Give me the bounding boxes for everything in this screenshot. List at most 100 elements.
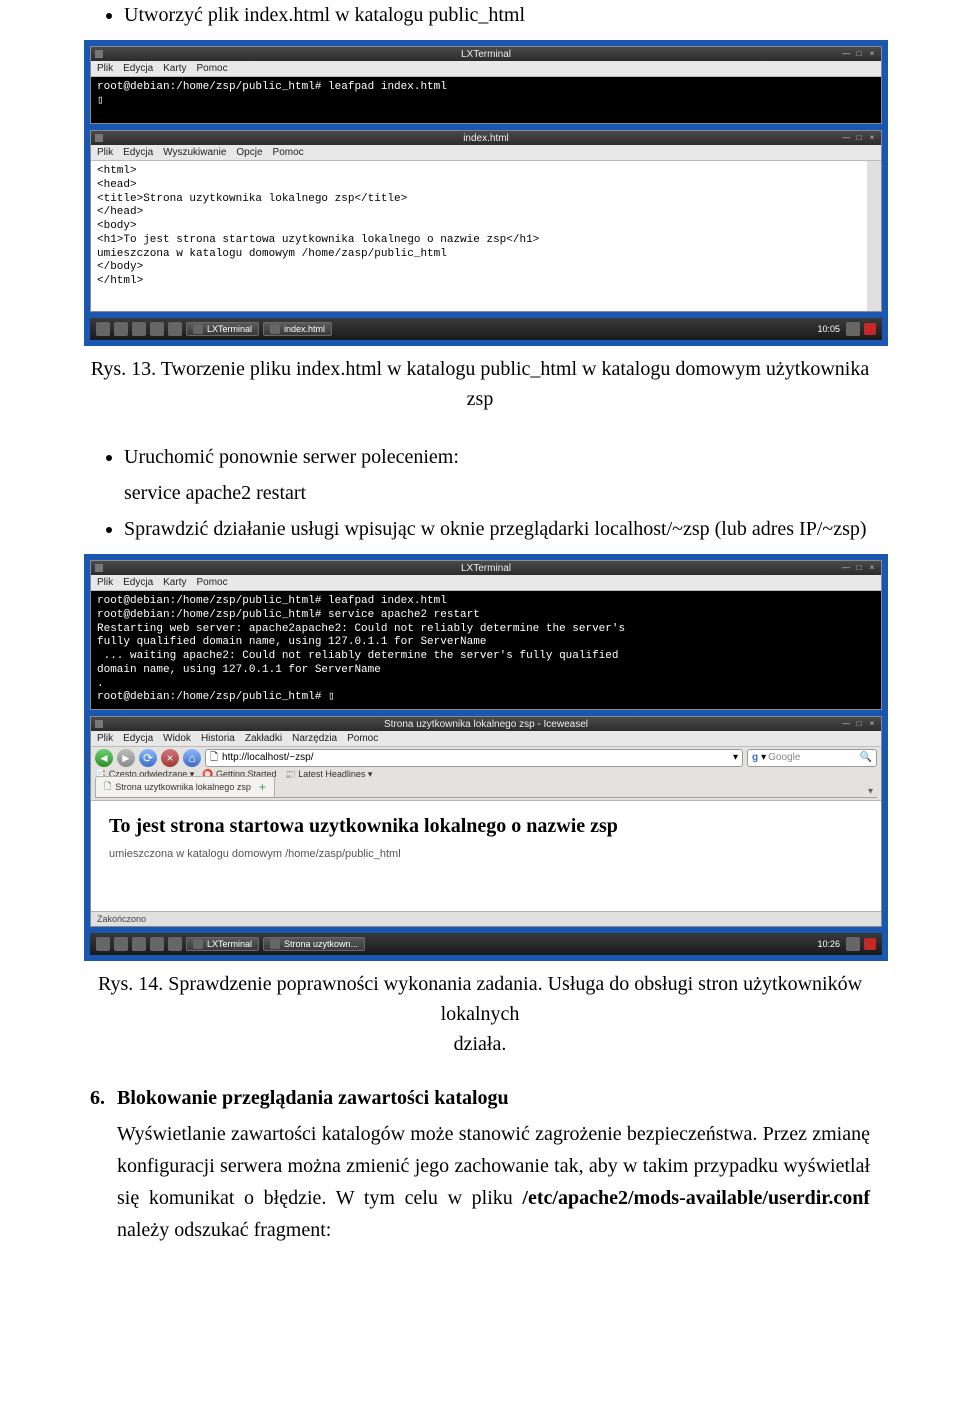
taskbar-button[interactable]: index.html bbox=[263, 322, 332, 336]
browser-tab[interactable]: 🗋Strona uzytkownika lokalnego zsp + bbox=[95, 776, 275, 797]
stop-button[interactable]: × bbox=[161, 749, 179, 767]
lxterminal-window: LXTerminal — □ × Plik Edycja Karty Pomoc… bbox=[90, 560, 882, 710]
menu-item[interactable]: Widok bbox=[163, 733, 191, 744]
bullet-create-file: Utworzyć plik index.html w katalogu publ… bbox=[124, 0, 870, 30]
browser-menubar: Plik Edycja Widok Historia Zakładki Narz… bbox=[91, 731, 881, 747]
menu-item[interactable]: Plik bbox=[97, 147, 113, 158]
close-icon[interactable]: × bbox=[867, 49, 877, 59]
page-heading: To jest strona startowa uzytkownika loka… bbox=[109, 815, 863, 838]
maximize-icon[interactable]: □ bbox=[854, 719, 864, 729]
close-icon[interactable]: × bbox=[867, 563, 877, 573]
workspace-icon[interactable] bbox=[168, 937, 182, 951]
menu-item[interactable]: Pomoc bbox=[273, 147, 304, 158]
menu-item[interactable]: Pomoc bbox=[347, 733, 378, 744]
window-titlebar: LXTerminal — □ × bbox=[91, 561, 881, 575]
figure-caption-13: Rys. 13. Tworzenie pliku index.html w ka… bbox=[90, 354, 870, 414]
window-icon bbox=[95, 50, 103, 58]
window-title: LXTerminal bbox=[461, 49, 511, 60]
reload-button[interactable]: ⟳ bbox=[139, 749, 157, 767]
terminal-menubar: Plik Edycja Karty Pomoc bbox=[91, 61, 881, 77]
start-menu-icon[interactable] bbox=[96, 937, 110, 951]
home-button[interactable]: ⌂ bbox=[183, 749, 201, 767]
taskbar: LXTerminal Strona uzytkown... 10:26 bbox=[90, 933, 882, 955]
minimize-icon[interactable]: — bbox=[841, 719, 851, 729]
menu-item[interactable]: Plik bbox=[97, 577, 113, 588]
bullet-check: Sprawdzić działanie usługi wpisując w ok… bbox=[124, 514, 870, 544]
close-icon[interactable]: × bbox=[867, 719, 877, 729]
tab-list-button[interactable]: ▾ bbox=[868, 786, 873, 797]
menu-item[interactable]: Edycja bbox=[123, 733, 153, 744]
menu-item[interactable]: Wyszukiwanie bbox=[163, 147, 226, 158]
minimize-icon[interactable]: — bbox=[841, 49, 851, 59]
search-bar[interactable]: g▾ Google 🔍 bbox=[747, 749, 877, 767]
tray-icon[interactable] bbox=[846, 937, 860, 951]
leafpad-window: index.html — □ × Plik Edycja Wyszukiwani… bbox=[90, 130, 882, 312]
taskbar-button[interactable]: LXTerminal bbox=[186, 322, 259, 336]
maximize-icon[interactable]: □ bbox=[854, 49, 864, 59]
menu-item[interactable]: Plik bbox=[97, 733, 113, 744]
menu-item[interactable]: Edycja bbox=[123, 63, 153, 74]
bookmark-item[interactable]: 📰 Latest Headlines ▾ bbox=[285, 769, 373, 780]
menu-item[interactable]: Pomoc bbox=[196, 63, 227, 74]
status-bar: Zakończono bbox=[91, 911, 881, 926]
menu-item[interactable]: Opcje bbox=[236, 147, 262, 158]
bullet-restart: Uruchomić ponownie serwer poleceniem: se… bbox=[124, 442, 870, 508]
page-content: To jest strona startowa uzytkownika loka… bbox=[91, 801, 881, 911]
menu-item[interactable]: Plik bbox=[97, 63, 113, 74]
browser-toolbar: ◄ ► ⟳ × ⌂ 🗋 http://localhost/~zsp/ ▾ g▾ … bbox=[91, 747, 881, 801]
menu-item[interactable]: Edycja bbox=[123, 577, 153, 588]
window-title: index.html bbox=[463, 133, 509, 144]
taskbar-button[interactable]: LXTerminal bbox=[186, 937, 259, 951]
screenshot-1: LXTerminal — □ × Plik Edycja Karty Pomoc… bbox=[84, 40, 888, 346]
search-icon[interactable]: 🔍 bbox=[860, 749, 872, 767]
dropdown-icon[interactable]: ▾ bbox=[733, 749, 738, 767]
section-title: Blokowanie przeglądania zawartości katal… bbox=[117, 1087, 870, 1110]
logout-icon[interactable] bbox=[864, 938, 876, 950]
menu-item[interactable]: Edycja bbox=[123, 147, 153, 158]
workspace-icon[interactable] bbox=[168, 322, 182, 336]
filemanager-icon[interactable] bbox=[114, 322, 128, 336]
maximize-icon[interactable]: □ bbox=[854, 563, 864, 573]
terminal-output[interactable]: root@debian:/home/zsp/public_html# leafp… bbox=[91, 591, 881, 709]
logout-icon[interactable] bbox=[864, 323, 876, 335]
window-titlebar: index.html — □ × bbox=[91, 131, 881, 145]
browser-icon[interactable] bbox=[132, 937, 146, 951]
section-6: 6. Blokowanie przeglądania zawartości ka… bbox=[90, 1087, 870, 1246]
section-body: Wyświetlanie zawartości katalogów może s… bbox=[117, 1118, 870, 1246]
browser-icon[interactable] bbox=[132, 322, 146, 336]
menu-item[interactable]: Zakładki bbox=[245, 733, 282, 744]
menu-item[interactable]: Historia bbox=[201, 733, 235, 744]
url-bar[interactable]: 🗋 http://localhost/~zsp/ ▾ bbox=[205, 749, 743, 767]
close-icon[interactable]: × bbox=[867, 133, 877, 143]
taskbar-button[interactable]: Strona uzytkown... bbox=[263, 937, 365, 951]
window-icon bbox=[95, 564, 103, 572]
figure-caption-14: Rys. 14. Sprawdzenie poprawności wykonan… bbox=[90, 969, 870, 1059]
show-desktop-icon[interactable] bbox=[150, 322, 164, 336]
back-button[interactable]: ◄ bbox=[95, 749, 113, 767]
forward-button[interactable]: ► bbox=[117, 749, 135, 767]
section-number: 6. bbox=[90, 1087, 105, 1246]
window-icon bbox=[95, 720, 103, 728]
tray-icon[interactable] bbox=[846, 322, 860, 336]
new-tab-button[interactable]: + bbox=[259, 780, 266, 794]
window-title: LXTerminal bbox=[461, 563, 511, 574]
window-titlebar: Strona uzytkownika lokalnego zsp - Icewe… bbox=[91, 717, 881, 731]
menu-item[interactable]: Karty bbox=[163, 63, 186, 74]
minimize-icon[interactable]: — bbox=[841, 133, 851, 143]
show-desktop-icon[interactable] bbox=[150, 937, 164, 951]
leafpad-menubar: Plik Edycja Wyszukiwanie Opcje Pomoc bbox=[91, 145, 881, 161]
start-menu-icon[interactable] bbox=[96, 322, 110, 336]
terminal-menubar: Plik Edycja Karty Pomoc bbox=[91, 575, 881, 591]
filemanager-icon[interactable] bbox=[114, 937, 128, 951]
screenshot-2: LXTerminal — □ × Plik Edycja Karty Pomoc… bbox=[84, 554, 888, 961]
editor-content[interactable]: <html> <head> <title>Strona uzytkownika … bbox=[91, 161, 881, 311]
lxterminal-window: LXTerminal — □ × Plik Edycja Karty Pomoc… bbox=[90, 46, 882, 124]
menu-item[interactable]: Narzędzia bbox=[292, 733, 337, 744]
window-icon bbox=[95, 134, 103, 142]
menu-item[interactable]: Karty bbox=[163, 577, 186, 588]
maximize-icon[interactable]: □ bbox=[854, 133, 864, 143]
terminal-output[interactable]: root@debian:/home/zsp/public_html# leafp… bbox=[91, 77, 881, 123]
window-titlebar: LXTerminal — □ × bbox=[91, 47, 881, 61]
menu-item[interactable]: Pomoc bbox=[196, 577, 227, 588]
minimize-icon[interactable]: — bbox=[841, 563, 851, 573]
